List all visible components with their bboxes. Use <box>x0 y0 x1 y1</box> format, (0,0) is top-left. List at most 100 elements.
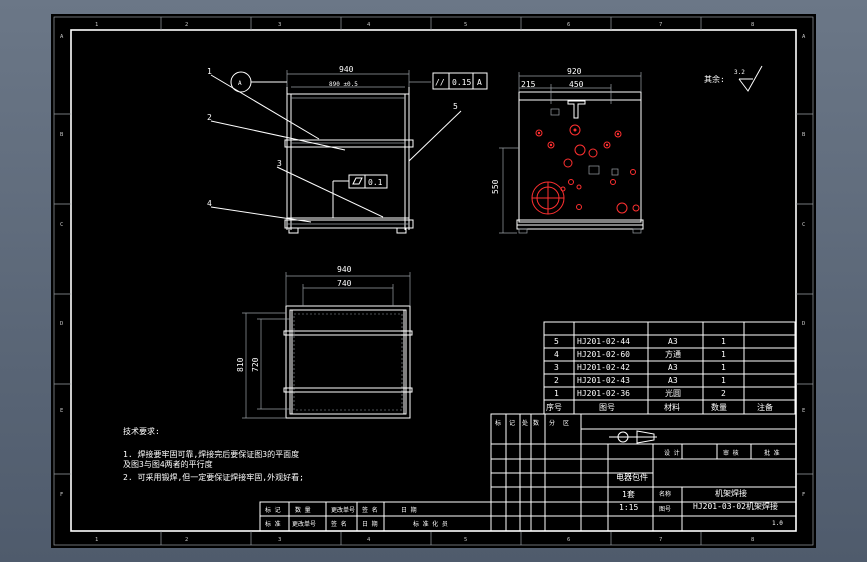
bom-cell: HJ201-02-43 <box>577 376 630 385</box>
drawing-canvas: 1 2 3 4 5 6 7 8 1 2 3 4 5 6 7 8 A B C D … <box>53 16 814 546</box>
zone-label: 4 <box>367 22 371 28</box>
bom-cell: 5 <box>554 337 559 346</box>
bom-cell: 光圆 <box>665 388 681 398</box>
bom-cell: A3 <box>668 337 678 346</box>
dim-side-mid: 450 <box>569 80 584 89</box>
rev-header: 签 名 <box>362 506 378 514</box>
notes-title: 技术要求: <box>123 426 160 436</box>
bom-cell: 1 <box>721 337 726 346</box>
roughness-symbol: 其余: 3.2 <box>704 65 763 92</box>
bom-cell: 1 <box>721 350 726 359</box>
zone-labels-left: A B C D E F <box>60 34 64 498</box>
bom-cell: 3 <box>554 363 559 372</box>
leader-label: 1 <box>207 67 212 76</box>
title-block: 标 记 处 数 分 区 电器包件 设 计 审 核 批 准 1套 1:15 名称 … <box>490 413 797 532</box>
bom-cell: 2 <box>721 389 726 398</box>
bom-cell: 2 <box>554 376 559 385</box>
product-name: 机架焊接 <box>715 488 747 498</box>
zone-label: B <box>802 132 806 138</box>
zone-label: C <box>60 222 63 228</box>
parallel-value: 0.15 <box>452 78 471 87</box>
zone-label: 7 <box>659 22 662 28</box>
rev-mark: 区 <box>563 420 569 427</box>
rev-mark: 分 <box>549 419 555 427</box>
zone-label: A <box>802 34 806 40</box>
leader-label: 5 <box>453 102 458 111</box>
bom-header: 序号 <box>546 402 562 412</box>
zone-label: 6 <box>567 22 570 28</box>
zone-label: E <box>802 408 805 414</box>
bom-header: 图号 <box>599 403 615 412</box>
bom-cell: 1 <box>721 363 726 372</box>
leader-lines <box>210 74 462 223</box>
roughness-label: 其余: <box>704 74 725 84</box>
parallel-datum: A <box>477 78 482 87</box>
zone-label: 8 <box>751 537 754 543</box>
dim-overall-width: 940 <box>339 65 354 74</box>
rev-footer: 日 期 <box>362 520 378 528</box>
dim-inner-width: 890 ±0.5 <box>329 81 358 88</box>
dim-side-height: 550 <box>491 179 500 194</box>
zone-label: 2 <box>185 537 188 543</box>
front-view: 940 890 ±0.5 0.1 <box>284 65 431 234</box>
dim-top-inner-depth: 720 <box>251 357 260 372</box>
rev-footer: 标 准 <box>265 520 281 528</box>
rev-header: 数 量 <box>295 506 311 514</box>
review-label: 审 核 <box>723 449 739 457</box>
rev-footer: 签 名 <box>331 520 347 528</box>
bom-cell: HJ201-02-60 <box>577 350 630 359</box>
roughness-value: 3.2 <box>734 69 745 76</box>
zone-label: B <box>60 132 64 138</box>
rev-header: 更改单号 <box>331 506 355 514</box>
zone-labels-right: A B C D E F <box>802 34 806 498</box>
bom-header: 注备 <box>757 402 773 412</box>
zone-label: 5 <box>464 22 467 28</box>
notes-line: 1. 焊接要牢固可靠,焊接完后要保证图3的平面度 <box>123 449 299 459</box>
zone-label: 3 <box>278 22 281 28</box>
parallelism-frame: // 0.15 A <box>432 72 488 90</box>
leader-label: 2 <box>207 113 212 122</box>
leader-label: 4 <box>207 199 212 208</box>
zone-label: 7 <box>659 537 662 543</box>
notes-line: 及图3与图4两者的平行度 <box>123 459 213 469</box>
sheet-number: 1.0 <box>772 520 783 527</box>
material-label: 电器包件 <box>616 472 648 482</box>
rev-header: 日 期 <box>401 506 417 514</box>
top-view: 940 740 810 720 <box>236 265 413 419</box>
bom-header: 材料 <box>664 402 680 412</box>
notes-line: 2. 可采用锻焊,但一定要保证焊接牢固,外观好看; <box>123 472 304 482</box>
parallel-symbol: // <box>435 78 445 87</box>
bom-header: 数量 <box>711 402 727 412</box>
zone-label: F <box>60 492 63 498</box>
zone-label: C <box>802 222 805 228</box>
datum-label: A <box>238 80 242 87</box>
design-label: 设 计 <box>664 449 680 457</box>
scale-value: 1:15 <box>619 503 638 512</box>
leader-label: 3 <box>277 159 282 168</box>
bom-cell: HJ201-02-42 <box>577 363 630 372</box>
rev-header: 标 记 <box>265 506 281 514</box>
zone-label: 5 <box>464 537 467 543</box>
bom-cell: 1 <box>721 376 726 385</box>
bom-cell: HJ201-02-44 <box>577 337 630 346</box>
cad-viewport[interactable]: 1 2 3 4 5 6 7 8 1 2 3 4 5 6 7 8 A B C D … <box>0 0 867 562</box>
bom-cell: A3 <box>668 363 678 372</box>
revision-strip: 标 记 数 量 更改单号 签 名 日 期 标 准 更改单号 签 名 日 期 标 … <box>259 501 492 532</box>
zone-label: D <box>802 321 805 327</box>
dim-side-left: 215 <box>521 80 536 89</box>
rev-footer: 标 准 化 员 <box>413 520 448 528</box>
approve-label: 批 准 <box>764 449 780 457</box>
zone-labels-bottom: 1 2 3 4 5 6 7 8 <box>95 537 754 543</box>
drawing-no-label: 图号 <box>659 506 671 513</box>
bom-cell: HJ201-02-36 <box>577 389 630 398</box>
rev-mark: 标 <box>495 419 501 427</box>
zone-label: 1 <box>95 22 98 28</box>
zone-label: 8 <box>751 22 754 28</box>
flatness-value: 0.1 <box>368 178 383 187</box>
zone-label: 2 <box>185 22 188 28</box>
side-view: 920 215 450 550 <box>491 67 644 234</box>
dim-top-depth: 810 <box>236 357 245 372</box>
rev-mark: 处 <box>522 419 528 427</box>
zone-label: 1 <box>95 537 98 543</box>
dim-side-overall: 920 <box>567 67 582 76</box>
